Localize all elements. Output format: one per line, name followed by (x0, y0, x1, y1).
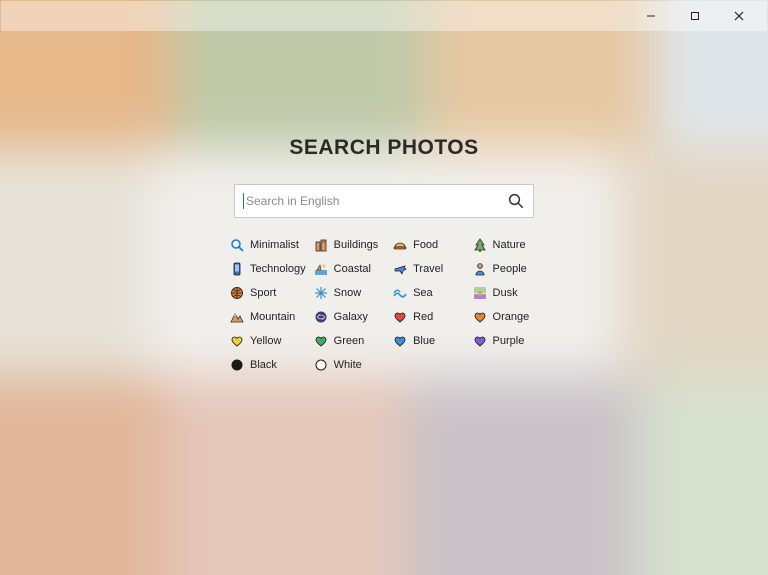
tag-nature[interactable]: Nature (467, 236, 544, 254)
tag-label: Sport (250, 287, 276, 299)
tag-label: White (334, 359, 362, 371)
tag-people[interactable]: People (467, 260, 544, 278)
tag-label: People (493, 263, 527, 275)
tag-label: Travel (413, 263, 443, 275)
search-icon[interactable] (507, 192, 525, 210)
tag-label: Technology (250, 263, 306, 275)
tag-green[interactable]: Green (308, 332, 385, 350)
close-button[interactable] (717, 2, 761, 30)
search-input[interactable] (246, 194, 507, 208)
tag-grid: Minimalist Buildings Food Nature Technology C… (224, 236, 544, 374)
heart-yellow-icon (230, 334, 244, 348)
tag-sport[interactable]: Sport (224, 284, 306, 302)
magnifier-icon (230, 238, 244, 252)
maximize-button[interactable] (673, 2, 717, 30)
circle-white-icon (314, 358, 328, 372)
tag-label: Blue (413, 335, 435, 347)
tag-label: Yellow (250, 335, 281, 347)
phone-icon (230, 262, 244, 276)
tag-snow[interactable]: Snow (308, 284, 385, 302)
tag-label: Coastal (334, 263, 371, 275)
heart-red-icon (393, 310, 407, 324)
tag-minimalist[interactable]: Minimalist (224, 236, 306, 254)
snow-icon (314, 286, 328, 300)
heart-purple-icon (473, 334, 487, 348)
tag-label: Buildings (334, 239, 379, 251)
tag-label: Black (250, 359, 277, 371)
tag-label: Dusk (493, 287, 518, 299)
circle-black-icon (230, 358, 244, 372)
tag-label: Orange (493, 311, 530, 323)
tag-label: Minimalist (250, 239, 299, 251)
page-title: SEARCH PHOTOS (289, 136, 478, 160)
tag-mountain[interactable]: Mountain (224, 308, 306, 326)
dusk-icon (473, 286, 487, 300)
titlebar (1, 1, 767, 31)
people-icon (473, 262, 487, 276)
minimize-button[interactable] (629, 2, 673, 30)
tag-label: Nature (493, 239, 526, 251)
tag-buildings[interactable]: Buildings (308, 236, 385, 254)
buildings-icon (314, 238, 328, 252)
tag-travel[interactable]: Travel (387, 260, 464, 278)
ball-icon (230, 286, 244, 300)
tree-icon (473, 238, 487, 252)
heart-green-icon (314, 334, 328, 348)
tag-label: Galaxy (334, 311, 368, 323)
galaxy-icon (314, 310, 328, 324)
tag-purple[interactable]: Purple (467, 332, 544, 350)
tag-red[interactable]: Red (387, 308, 464, 326)
tag-label: Mountain (250, 311, 295, 323)
coastal-icon (314, 262, 328, 276)
heart-orange-icon (473, 310, 487, 324)
tag-label: Purple (493, 335, 525, 347)
mountain-icon (230, 310, 244, 324)
heart-blue-icon (393, 334, 407, 348)
tag-food[interactable]: Food (387, 236, 464, 254)
tag-label: Green (334, 335, 365, 347)
tag-label: Snow (334, 287, 362, 299)
main-content: SEARCH PHOTOS Minimalist Buildings Food Nat… (1, 1, 767, 574)
plane-icon (393, 262, 407, 276)
tag-label: Sea (413, 287, 433, 299)
food-icon (393, 238, 407, 252)
tag-sea[interactable]: Sea (387, 284, 464, 302)
tag-blue[interactable]: Blue (387, 332, 464, 350)
tag-yellow[interactable]: Yellow (224, 332, 306, 350)
tag-orange[interactable]: Orange (467, 308, 544, 326)
tag-coastal[interactable]: Coastal (308, 260, 385, 278)
tag-label: Red (413, 311, 433, 323)
wave-icon (393, 286, 407, 300)
tag-galaxy[interactable]: Galaxy (308, 308, 385, 326)
tag-technology[interactable]: Technology (224, 260, 306, 278)
tag-black[interactable]: Black (224, 356, 306, 374)
app-window: SEARCH PHOTOS Minimalist Buildings Food Nat… (0, 0, 768, 575)
tag-white[interactable]: White (308, 356, 385, 374)
tag-label: Food (413, 239, 438, 251)
text-caret (243, 193, 244, 209)
tag-dusk[interactable]: Dusk (467, 284, 544, 302)
search-box[interactable] (234, 184, 534, 218)
